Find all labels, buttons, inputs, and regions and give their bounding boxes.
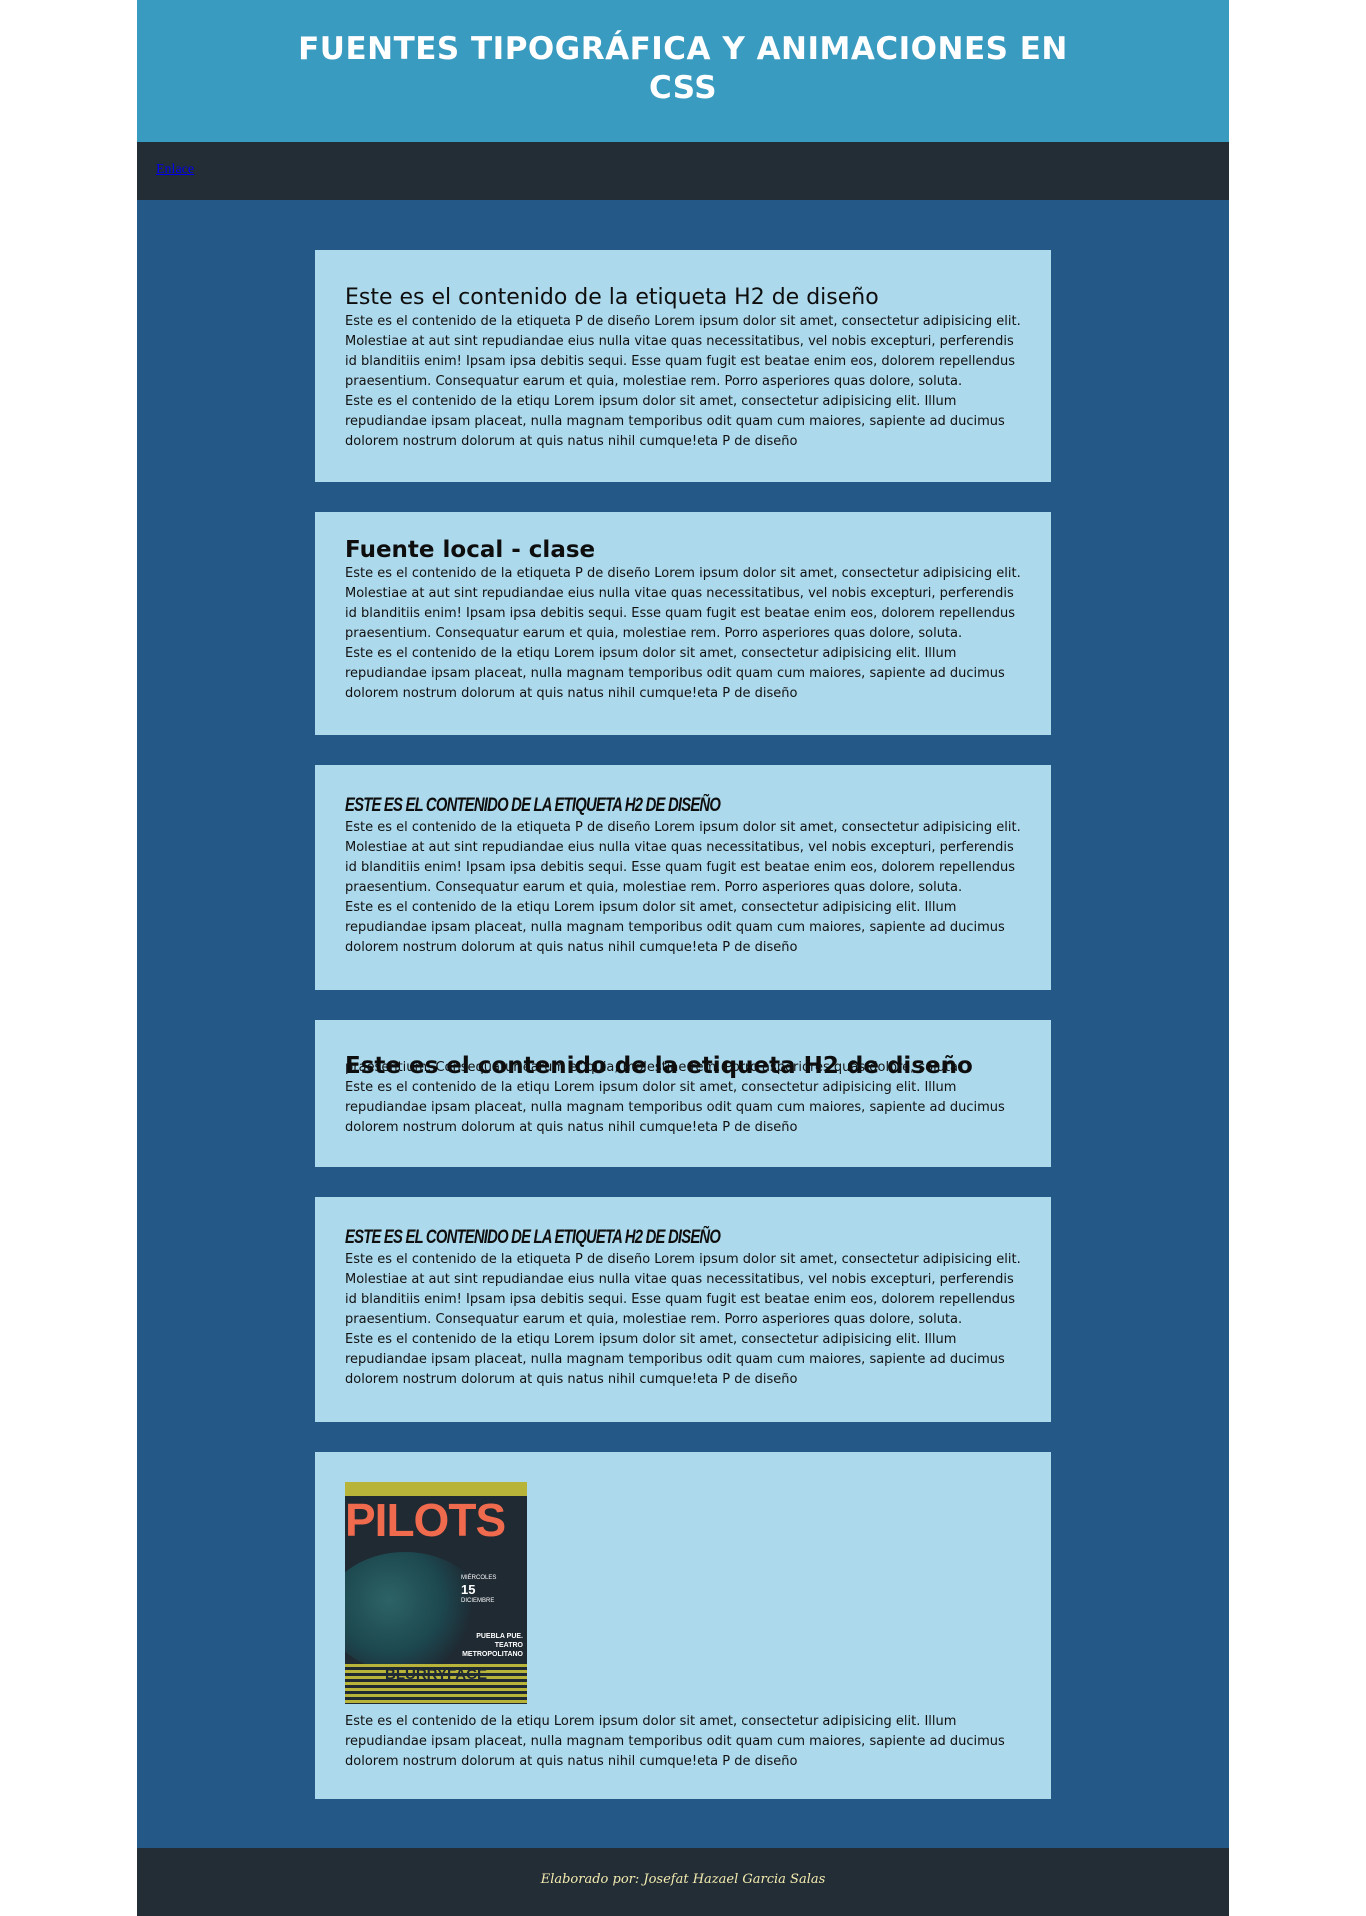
poster-theater: TEATRO METROPOLITANO (462, 1642, 523, 1658)
content-card-4: Este es el contenido de la etiqueta H2 d… (315, 1020, 1051, 1167)
card-paragraph: Este es el contenido de la etiqu Lorem i… (345, 900, 1005, 955)
card-paragraph: Este es el contenido de la etiqu Lorem i… (345, 646, 1005, 701)
card-paragraph: Este es el contenido de la etiqu Lorem i… (345, 1332, 1005, 1387)
card-heading: Este es el contenido de la etiqueta H2 d… (345, 285, 879, 310)
content-card-2: Fuente local - clase Este es el contenid… (315, 512, 1051, 735)
poster-venue: PUEBLA PUE. TEATRO METROPOLITANO (433, 1632, 523, 1659)
page-title-line2: CSS (648, 70, 718, 106)
footer-credit: Elaborado por: Josefat Hazael Garcia Sal… (540, 1872, 826, 1887)
card-paragraph: Este es el contenido de la etiqueta P de… (345, 566, 1021, 641)
card-paragraph: Este es el contenido de la etiqu Lorem i… (345, 394, 1005, 449)
card-heading: Este es el contenido de la etiqueta H2 d… (345, 795, 721, 816)
site-footer: Elaborado por: Josefat Hazael Garcia Sal… (137, 1848, 1229, 1916)
poster-city: PUEBLA PUE. (476, 1633, 523, 1640)
nav-link-enlace[interactable]: Enlace (156, 162, 194, 178)
content-card-1: Este es el contenido de la etiqueta H2 d… (315, 250, 1051, 482)
card-paragraph: Este es el contenido de la etiqu Lorem i… (345, 1714, 1005, 1769)
card-paragraph: praesentium. Consequatur earum et quia, … (345, 1060, 963, 1075)
content-card-3: Este es el contenido de la etiqueta H2 d… (315, 765, 1051, 990)
card-paragraph: Este es el contenido de la etiqueta P de… (345, 820, 1021, 895)
content-card-5: Este es el contenido de la etiqueta H2 d… (315, 1197, 1051, 1422)
card-paragraph: Este es el contenido de la etiqueta P de… (345, 314, 1021, 389)
page-title: FUENTES TIPOGRÁFICA Y ANIMACIONES EN CSS (137, 30, 1229, 108)
poster-date: MIÉRCOLES 15 DICIEMBRE (461, 1574, 521, 1606)
card-paragraph: Este es el contenido de la etiqueta P de… (345, 1252, 1021, 1327)
card-heading: Este es el contenido de la etiqueta H2 d… (345, 1227, 721, 1248)
card-paragraph: Este es el contenido de la etiqu Lorem i… (345, 1080, 1005, 1135)
poster-title: PILOTS (345, 1494, 506, 1546)
page-container: FUENTES TIPOGRÁFICA Y ANIMACIONES EN CSS… (137, 0, 1229, 1916)
content-card-6: PILOTS MIÉRCOLES 15 DICIEMBRE PUEBLA PUE… (315, 1452, 1051, 1799)
nav-bar: Enlace (137, 142, 1229, 200)
site-header: FUENTES TIPOGRÁFICA Y ANIMACIONES EN CSS (137, 0, 1229, 142)
card-heading: Fuente local - clase (345, 537, 596, 563)
poster-band-name: BLURRYFACE (385, 1666, 487, 1683)
poster-day: 15 (461, 1582, 476, 1597)
poster-month: DICIEMBRE (461, 1598, 495, 1604)
poster-image: PILOTS MIÉRCOLES 15 DICIEMBRE PUEBLA PUE… (345, 1482, 527, 1704)
poster-band-stripes: BLURRYFACE (345, 1664, 527, 1704)
page-title-line1: FUENTES TIPOGRÁFICA Y ANIMACIONES EN (298, 31, 1068, 67)
